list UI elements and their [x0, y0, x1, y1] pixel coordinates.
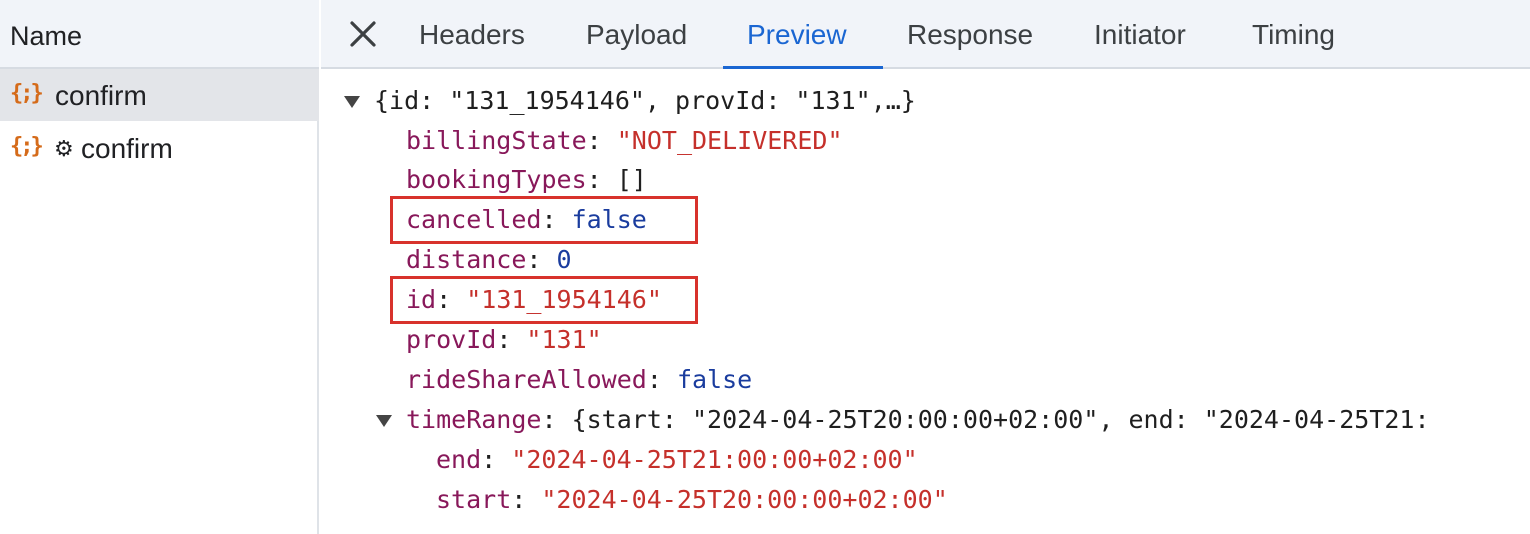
- json-key: end: [436, 445, 482, 474]
- request-label: confirm: [55, 80, 147, 111]
- json-field-billingState[interactable]: billingState: "NOT_DELIVERED": [406, 126, 843, 156]
- json-field-end[interactable]: end: "2024-04-25T21:00:00+02:00": [436, 445, 918, 475]
- tab-headers[interactable]: Headers: [419, 19, 525, 51]
- json-preview: {id: "131_1954146", provId: "131",…} bil…: [321, 69, 1530, 534]
- tab-payload[interactable]: Payload: [586, 19, 687, 51]
- json-field-cancelled[interactable]: cancelled: false: [406, 205, 647, 235]
- json-value: "NOT_DELIVERED": [616, 126, 843, 155]
- request-row-confirm-2[interactable]: {;} ⚙ confirm: [0, 122, 319, 174]
- json-key: bookingTypes: [406, 165, 587, 194]
- detail-tab-bar: Headers Payload Preview Response Initiat…: [321, 0, 1530, 69]
- json-key: distance: [406, 245, 527, 274]
- json-key: start: [436, 485, 512, 514]
- json-field-provId[interactable]: provId: "131": [406, 325, 602, 355]
- request-label: confirm: [81, 133, 173, 164]
- collapse-triangle-icon[interactable]: [376, 415, 392, 427]
- gear-icon: ⚙: [54, 136, 74, 161]
- json-field-distance[interactable]: distance: 0: [406, 245, 572, 275]
- json-braces-icon: {;}: [10, 81, 44, 106]
- tab-response[interactable]: Response: [907, 19, 1033, 51]
- json-key: cancelled: [406, 205, 542, 234]
- json-value: false: [571, 205, 647, 234]
- request-detail-panel: Headers Payload Preview Response Initiat…: [321, 0, 1530, 534]
- json-field-bookingTypes[interactable]: bookingTypes: []: [406, 165, 647, 195]
- close-icon[interactable]: [347, 18, 379, 50]
- json-value: 0: [556, 245, 572, 274]
- tab-preview[interactable]: Preview: [747, 19, 847, 51]
- json-key: id: [406, 285, 437, 314]
- json-braces-icon: {;}: [10, 134, 44, 159]
- json-field-start[interactable]: start: "2024-04-25T20:00:00+02:00": [436, 485, 948, 515]
- json-key: provId: [406, 325, 497, 354]
- json-value: []: [616, 165, 647, 194]
- json-object-summary: {start: "2024-04-25T20:00:00+02:00", end…: [571, 405, 1430, 434]
- json-field-id[interactable]: id: "131_1954146": [406, 285, 662, 315]
- json-key: billingState: [406, 126, 587, 155]
- tab-timing[interactable]: Timing: [1252, 19, 1335, 51]
- json-field-rideShareAllowed[interactable]: rideShareAllowed: false: [406, 365, 752, 395]
- request-row-confirm-1[interactable]: {;} confirm: [0, 69, 319, 121]
- json-value: "2024-04-25T21:00:00+02:00": [511, 445, 918, 474]
- collapse-triangle-icon[interactable]: [344, 96, 360, 108]
- request-list: Name {;} confirm {;} ⚙ confirm: [0, 0, 319, 534]
- json-root-summary[interactable]: {id: "131_1954146", provId: "131",…}: [374, 86, 916, 116]
- tab-initiator[interactable]: Initiator: [1094, 19, 1186, 51]
- json-value: "2024-04-25T20:00:00+02:00": [541, 485, 948, 514]
- json-key: timeRange: [406, 405, 542, 434]
- name-column-header[interactable]: Name: [0, 0, 319, 69]
- json-field-timeRange[interactable]: timeRange: {start: "2024-04-25T20:00:00+…: [406, 405, 1430, 435]
- json-value: "131_1954146": [466, 285, 662, 314]
- json-key: rideShareAllowed: [406, 365, 647, 394]
- name-column-label: Name: [10, 21, 83, 51]
- json-value: false: [676, 365, 753, 394]
- json-value: "131": [526, 325, 602, 354]
